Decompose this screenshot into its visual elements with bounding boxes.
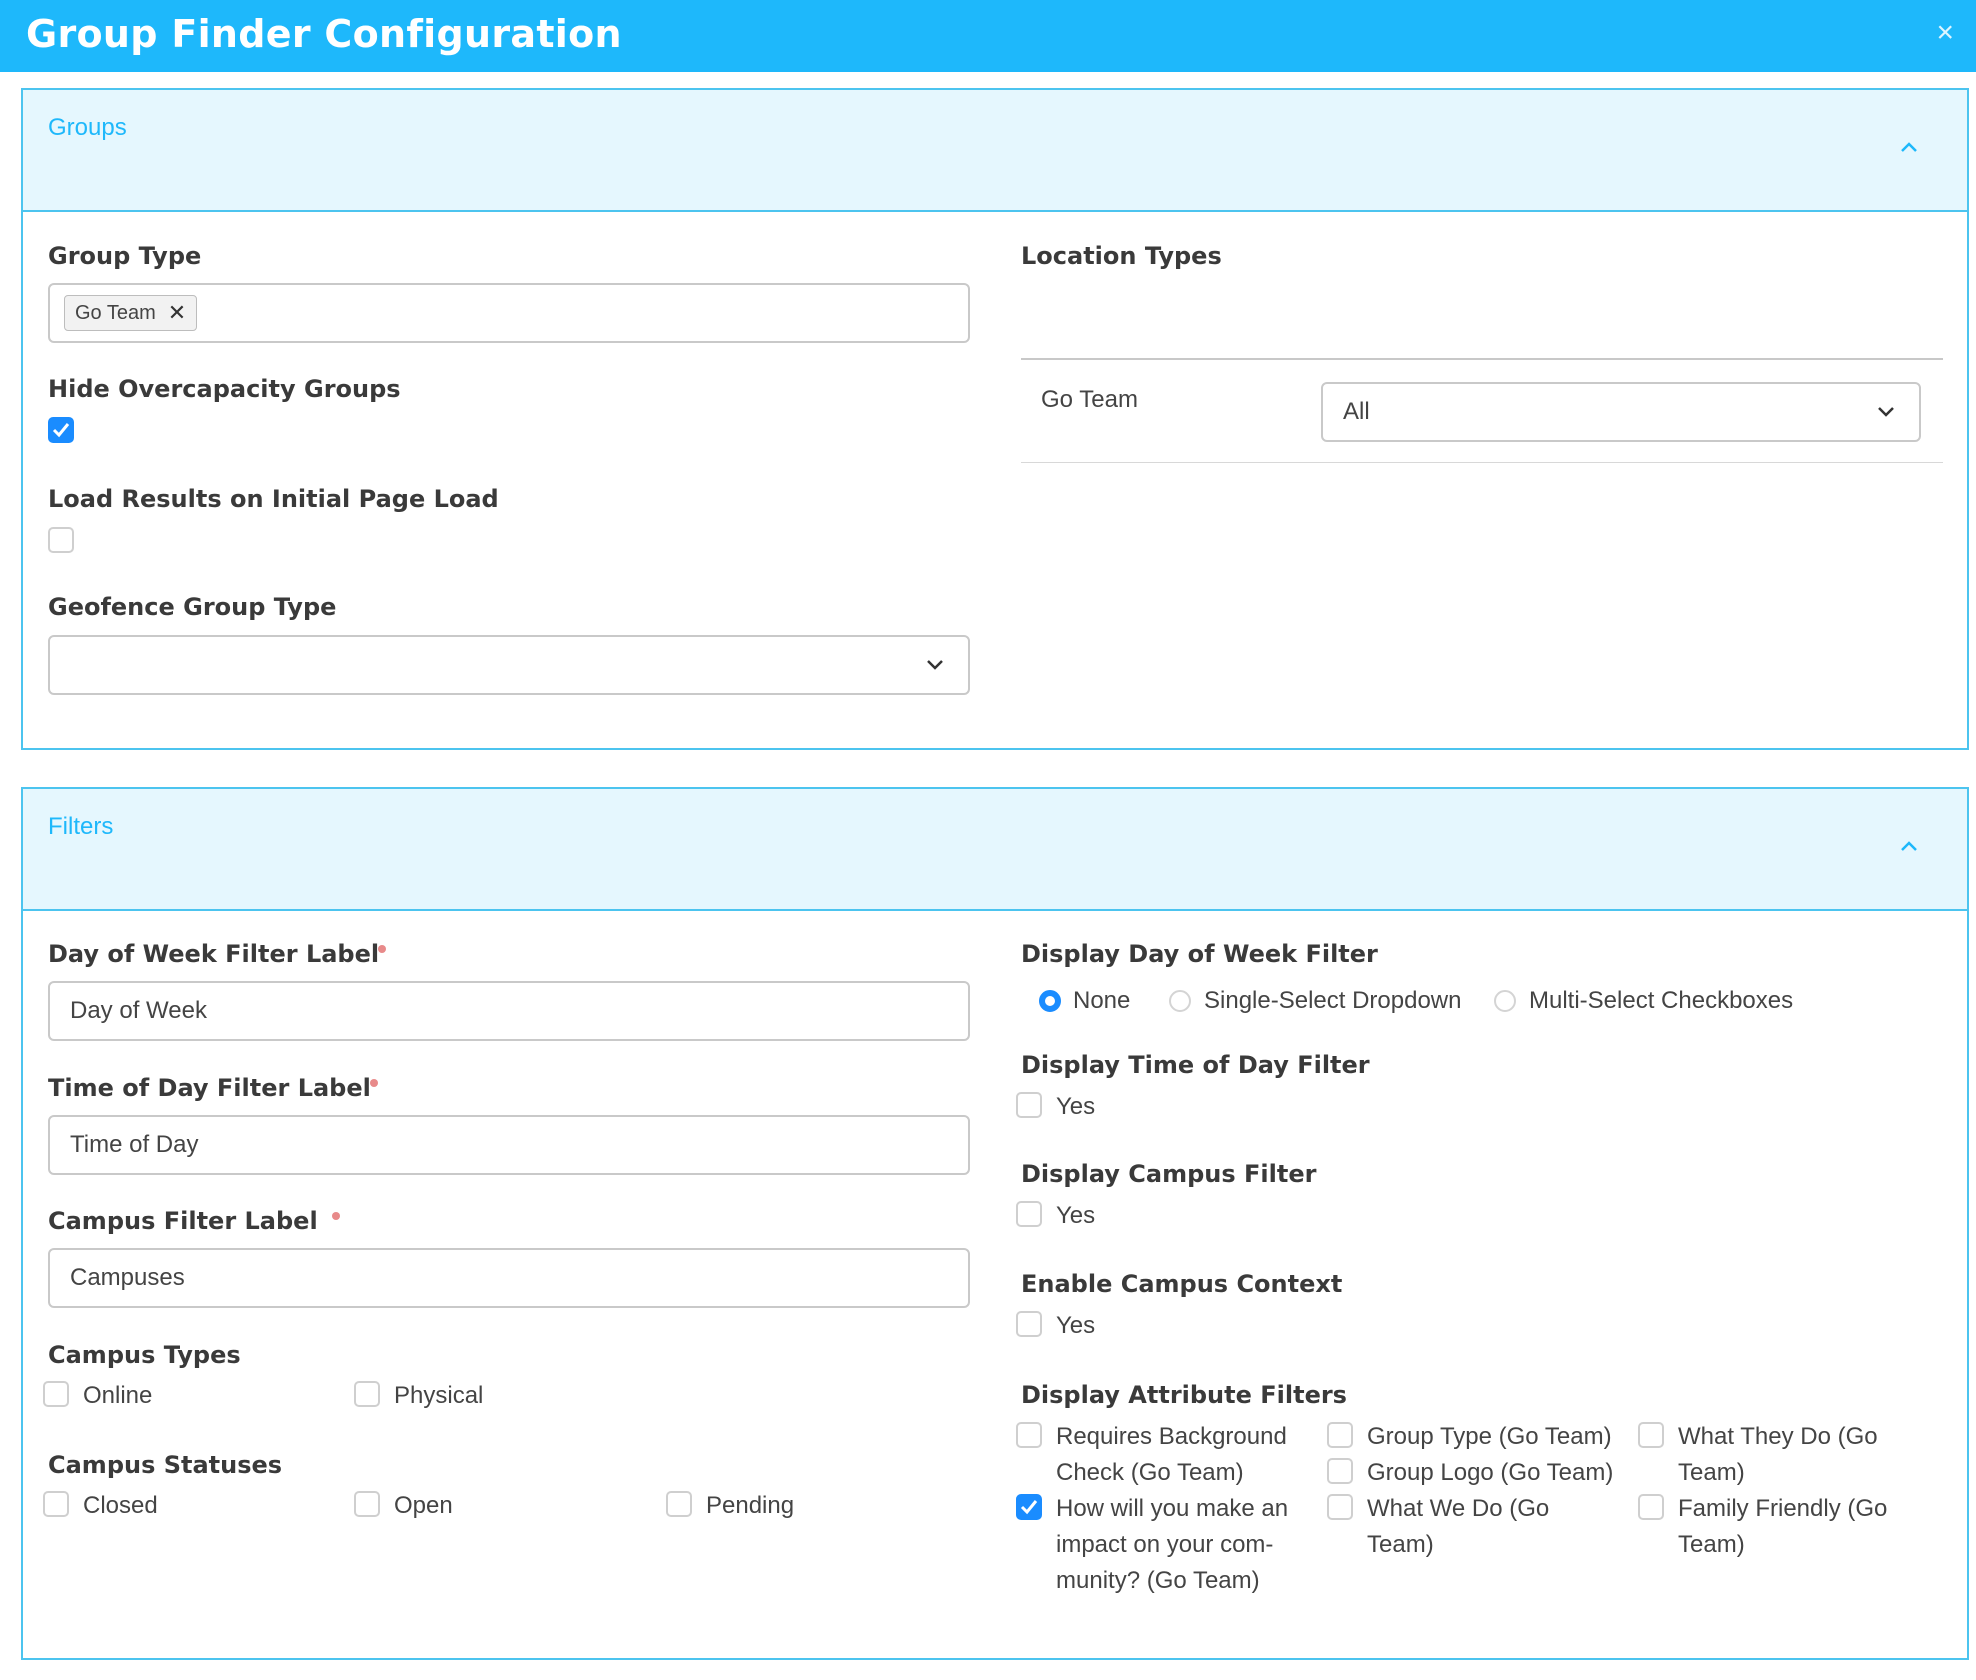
attr-background-check-checkbox[interactable] [1016, 1422, 1042, 1448]
time-of-day-input[interactable]: Time of Day [48, 1115, 970, 1175]
campus-status-pending-label: Pending [706, 1492, 795, 1519]
attr-group-logo-label: Group Logo (Go Team) [1367, 1459, 1614, 1486]
attr-impact-label-line3: munity? (Go Team) [1056, 1567, 1260, 1594]
campus-statuses-label: Campus Statuses [48, 1451, 283, 1479]
attr-family-friendly-label-line1: Family Friendly (Go [1678, 1495, 1888, 1522]
attr-family-friendly-checkbox[interactable] [1638, 1494, 1664, 1520]
chevron-up-icon[interactable] [1899, 839, 1919, 853]
attr-what-we-do-checkbox[interactable] [1327, 1494, 1353, 1520]
radio-none-label: None [1073, 987, 1131, 1014]
check-icon [52, 423, 70, 438]
geofence-label: Geofence Group Type [48, 593, 337, 621]
attr-impact-checkbox[interactable] [1016, 1494, 1042, 1520]
filters-panel: Filters Day of Week Filter Label Day of … [21, 787, 1969, 1660]
attr-background-check-label-line2: Check (Go Team) [1056, 1459, 1244, 1486]
groups-panel: Groups Group Type Go Team ✕ Hide Overcap… [21, 88, 1969, 750]
groups-panel-title: Groups [48, 114, 127, 141]
radio-multi-select[interactable] [1494, 990, 1516, 1012]
groups-panel-heading[interactable]: Groups [23, 90, 1967, 212]
campus-type-physical-checkbox[interactable] [354, 1381, 380, 1407]
chevron-up-icon[interactable] [1899, 140, 1919, 154]
required-indicator [332, 1212, 340, 1220]
campus-status-open-checkbox[interactable] [354, 1491, 380, 1517]
attr-what-we-do-label-line2: Team) [1367, 1531, 1434, 1558]
attr-family-friendly-label-line2: Team) [1678, 1531, 1745, 1558]
enable-campus-context-checkbox[interactable] [1016, 1311, 1042, 1337]
display-time-of-day-yes: Yes [1056, 1093, 1096, 1120]
enable-campus-context-yes: Yes [1056, 1312, 1096, 1339]
chevron-down-icon [927, 660, 943, 670]
campus-type-online-checkbox[interactable] [43, 1381, 69, 1407]
geofence-select[interactable] [48, 635, 970, 695]
radio-multi-select-label: Multi-Select Checkboxes [1529, 987, 1794, 1014]
filters-panel-title: Filters [48, 813, 114, 840]
required-indicator [370, 1079, 378, 1087]
attr-impact-label-line2: impact on your com- [1056, 1531, 1274, 1558]
attr-what-they-do-label-line2: Team) [1678, 1459, 1745, 1486]
campus-status-closed-checkbox[interactable] [43, 1491, 69, 1517]
campus-types-label: Campus Types [48, 1341, 241, 1369]
display-day-of-week-label: Display Day of Week Filter [1021, 940, 1378, 968]
radio-single-select-label: Single-Select Dropdown [1204, 987, 1462, 1014]
display-campus-yes: Yes [1056, 1202, 1096, 1229]
campus-status-open-label: Open [394, 1492, 453, 1519]
location-type-select[interactable]: All [1321, 382, 1921, 442]
close-icon[interactable]: × [1936, 16, 1954, 50]
location-types-bottom-divider [1021, 462, 1943, 463]
attr-group-logo-checkbox[interactable] [1327, 1458, 1353, 1484]
group-type-tag-label: Go Team [75, 301, 156, 324]
remove-tag-icon[interactable]: ✕ [168, 300, 186, 326]
display-time-of-day-checkbox[interactable] [1016, 1092, 1042, 1118]
campus-filter-label: Campus Filter Label [48, 1207, 318, 1235]
location-type-value: All [1343, 398, 1370, 425]
required-indicator [378, 945, 386, 953]
group-type-label: Group Type [48, 242, 202, 270]
modal-header: Group Finder Configuration × [0, 0, 1976, 72]
attr-group-type-checkbox[interactable] [1327, 1422, 1353, 1448]
load-results-checkbox[interactable] [48, 527, 74, 553]
display-campus-checkbox[interactable] [1016, 1201, 1042, 1227]
attr-what-they-do-label-line1: What They Do (Go [1678, 1423, 1878, 1450]
filters-panel-heading[interactable]: Filters [23, 789, 1967, 911]
attr-what-we-do-label-line1: What We Do (Go [1367, 1495, 1550, 1522]
modal-title: Group Finder Configuration [26, 12, 622, 56]
load-results-label: Load Results on Initial Page Load [48, 485, 499, 513]
group-type-input[interactable]: Go Team ✕ [48, 283, 970, 343]
radio-single-select[interactable] [1169, 990, 1191, 1012]
attr-impact-label-line1: How will you make an [1056, 1495, 1289, 1522]
time-of-day-label: Time of Day Filter Label [48, 1074, 371, 1102]
radio-none[interactable] [1039, 990, 1061, 1012]
display-time-of-day-label: Display Time of Day Filter [1021, 1051, 1370, 1079]
day-of-week-input[interactable]: Day of Week [48, 981, 970, 1041]
campus-type-physical-label: Physical [394, 1382, 484, 1409]
display-campus-label: Display Campus Filter [1021, 1160, 1317, 1188]
hide-overcapacity-label: Hide Overcapacity Groups [48, 375, 401, 403]
attr-group-type-label: Group Type (Go Team) [1367, 1423, 1612, 1450]
attr-what-they-do-checkbox[interactable] [1638, 1422, 1664, 1448]
time-of-day-value: Time of Day [70, 1131, 199, 1158]
attr-background-check-label-line1: Requires Background [1056, 1423, 1287, 1450]
campus-status-closed-label: Closed [83, 1492, 158, 1519]
campus-type-online-label: Online [83, 1382, 153, 1409]
day-of-week-value: Day of Week [70, 997, 207, 1024]
group-type-tag: Go Team ✕ [64, 295, 198, 331]
location-type-row-name: Go Team [1041, 386, 1138, 413]
location-types-divider [1021, 358, 1943, 360]
campus-filter-value: Campuses [70, 1264, 185, 1291]
hide-overcapacity-checkbox[interactable] [48, 417, 74, 443]
enable-campus-context-label: Enable Campus Context [1021, 1270, 1343, 1298]
day-of-week-label: Day of Week Filter Label [48, 940, 380, 968]
chevron-down-icon [1878, 407, 1894, 417]
campus-filter-input[interactable]: Campuses [48, 1248, 970, 1308]
campus-status-pending-checkbox[interactable] [666, 1491, 692, 1517]
check-icon [1020, 1500, 1038, 1515]
attribute-filters-label: Display Attribute Filters [1021, 1381, 1347, 1409]
location-types-label: Location Types [1021, 242, 1222, 270]
